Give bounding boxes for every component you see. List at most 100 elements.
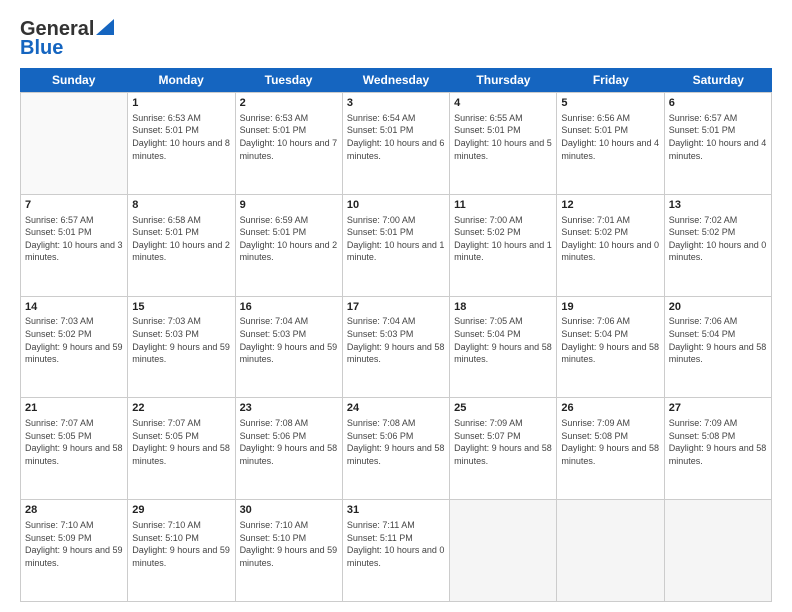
calendar-cell: 16Sunrise: 7:04 AMSunset: 5:03 PMDayligh… <box>236 297 343 398</box>
calendar: SundayMondayTuesdayWednesdayThursdayFrid… <box>20 68 772 602</box>
calendar-row: 7Sunrise: 6:57 AMSunset: 5:01 PMDaylight… <box>21 194 772 296</box>
cell-info: Sunrise: 7:06 AMSunset: 5:04 PMDaylight:… <box>669 315 767 365</box>
calendar-cell <box>557 500 664 601</box>
calendar-row: 28Sunrise: 7:10 AMSunset: 5:09 PMDayligh… <box>21 499 772 601</box>
weekday-header: Thursday <box>450 68 557 92</box>
cell-info: Sunrise: 7:02 AMSunset: 5:02 PMDaylight:… <box>669 214 767 264</box>
day-number: 25 <box>454 401 552 416</box>
day-number: 7 <box>25 198 123 213</box>
day-number: 1 <box>132 96 230 111</box>
cell-info: Sunrise: 7:07 AMSunset: 5:05 PMDaylight:… <box>132 417 230 467</box>
calendar-cell <box>21 93 128 194</box>
cell-info: Sunrise: 7:03 AMSunset: 5:03 PMDaylight:… <box>132 315 230 365</box>
cell-info: Sunrise: 6:58 AMSunset: 5:01 PMDaylight:… <box>132 214 230 264</box>
day-number: 4 <box>454 96 552 111</box>
day-number: 3 <box>347 96 445 111</box>
day-number: 20 <box>669 300 767 315</box>
day-number: 18 <box>454 300 552 315</box>
day-number: 13 <box>669 198 767 213</box>
calendar-cell: 8Sunrise: 6:58 AMSunset: 5:01 PMDaylight… <box>128 195 235 296</box>
cell-info: Sunrise: 7:09 AMSunset: 5:07 PMDaylight:… <box>454 417 552 467</box>
logo: General Blue <box>20 18 114 60</box>
calendar-cell: 17Sunrise: 7:04 AMSunset: 5:03 PMDayligh… <box>343 297 450 398</box>
calendar-cell: 29Sunrise: 7:10 AMSunset: 5:10 PMDayligh… <box>128 500 235 601</box>
day-number: 8 <box>132 198 230 213</box>
calendar-cell: 3Sunrise: 6:54 AMSunset: 5:01 PMDaylight… <box>343 93 450 194</box>
cell-info: Sunrise: 7:08 AMSunset: 5:06 PMDaylight:… <box>347 417 445 467</box>
calendar-row: 1Sunrise: 6:53 AMSunset: 5:01 PMDaylight… <box>21 92 772 194</box>
cell-info: Sunrise: 7:04 AMSunset: 5:03 PMDaylight:… <box>240 315 338 365</box>
cell-info: Sunrise: 6:57 AMSunset: 5:01 PMDaylight:… <box>25 214 123 264</box>
day-number: 19 <box>561 300 659 315</box>
day-number: 21 <box>25 401 123 416</box>
cell-info: Sunrise: 6:53 AMSunset: 5:01 PMDaylight:… <box>132 112 230 162</box>
calendar-cell: 22Sunrise: 7:07 AMSunset: 5:05 PMDayligh… <box>128 398 235 499</box>
cell-info: Sunrise: 7:10 AMSunset: 5:10 PMDaylight:… <box>132 519 230 569</box>
day-number: 10 <box>347 198 445 213</box>
cell-info: Sunrise: 7:09 AMSunset: 5:08 PMDaylight:… <box>561 417 659 467</box>
weekday-header: Monday <box>127 68 234 92</box>
calendar-body: 1Sunrise: 6:53 AMSunset: 5:01 PMDaylight… <box>20 92 772 602</box>
day-number: 16 <box>240 300 338 315</box>
calendar-cell: 23Sunrise: 7:08 AMSunset: 5:06 PMDayligh… <box>236 398 343 499</box>
calendar-cell: 9Sunrise: 6:59 AMSunset: 5:01 PMDaylight… <box>236 195 343 296</box>
day-number: 6 <box>669 96 767 111</box>
calendar-header: SundayMondayTuesdayWednesdayThursdayFrid… <box>20 68 772 92</box>
cell-info: Sunrise: 6:57 AMSunset: 5:01 PMDaylight:… <box>669 112 767 162</box>
calendar-cell: 11Sunrise: 7:00 AMSunset: 5:02 PMDayligh… <box>450 195 557 296</box>
calendar-cell: 19Sunrise: 7:06 AMSunset: 5:04 PMDayligh… <box>557 297 664 398</box>
cell-info: Sunrise: 6:53 AMSunset: 5:01 PMDaylight:… <box>240 112 338 162</box>
cell-info: Sunrise: 6:55 AMSunset: 5:01 PMDaylight:… <box>454 112 552 162</box>
calendar-cell: 10Sunrise: 7:00 AMSunset: 5:01 PMDayligh… <box>343 195 450 296</box>
weekday-header: Friday <box>557 68 664 92</box>
weekday-header: Saturday <box>665 68 772 92</box>
calendar-cell: 7Sunrise: 6:57 AMSunset: 5:01 PMDaylight… <box>21 195 128 296</box>
day-number: 23 <box>240 401 338 416</box>
day-number: 22 <box>132 401 230 416</box>
cell-info: Sunrise: 7:07 AMSunset: 5:05 PMDaylight:… <box>25 417 123 467</box>
logo-blue: Blue <box>20 37 63 60</box>
calendar-cell: 21Sunrise: 7:07 AMSunset: 5:05 PMDayligh… <box>21 398 128 499</box>
calendar-cell <box>665 500 772 601</box>
day-number: 5 <box>561 96 659 111</box>
calendar-cell: 4Sunrise: 6:55 AMSunset: 5:01 PMDaylight… <box>450 93 557 194</box>
calendar-cell: 24Sunrise: 7:08 AMSunset: 5:06 PMDayligh… <box>343 398 450 499</box>
day-number: 31 <box>347 503 445 518</box>
calendar-cell: 20Sunrise: 7:06 AMSunset: 5:04 PMDayligh… <box>665 297 772 398</box>
cell-info: Sunrise: 7:04 AMSunset: 5:03 PMDaylight:… <box>347 315 445 365</box>
weekday-header: Tuesday <box>235 68 342 92</box>
calendar-cell: 28Sunrise: 7:10 AMSunset: 5:09 PMDayligh… <box>21 500 128 601</box>
day-number: 2 <box>240 96 338 111</box>
cell-info: Sunrise: 7:03 AMSunset: 5:02 PMDaylight:… <box>25 315 123 365</box>
calendar-cell <box>450 500 557 601</box>
cell-info: Sunrise: 6:59 AMSunset: 5:01 PMDaylight:… <box>240 214 338 264</box>
calendar-cell: 30Sunrise: 7:10 AMSunset: 5:10 PMDayligh… <box>236 500 343 601</box>
page: General Blue SundayMondayTuesdayWednesda… <box>0 0 792 612</box>
calendar-cell: 31Sunrise: 7:11 AMSunset: 5:11 PMDayligh… <box>343 500 450 601</box>
cell-info: Sunrise: 7:10 AMSunset: 5:09 PMDaylight:… <box>25 519 123 569</box>
day-number: 15 <box>132 300 230 315</box>
day-number: 26 <box>561 401 659 416</box>
cell-info: Sunrise: 7:00 AMSunset: 5:02 PMDaylight:… <box>454 214 552 264</box>
cell-info: Sunrise: 7:05 AMSunset: 5:04 PMDaylight:… <box>454 315 552 365</box>
day-number: 29 <box>132 503 230 518</box>
day-number: 9 <box>240 198 338 213</box>
calendar-cell: 15Sunrise: 7:03 AMSunset: 5:03 PMDayligh… <box>128 297 235 398</box>
calendar-cell: 12Sunrise: 7:01 AMSunset: 5:02 PMDayligh… <box>557 195 664 296</box>
cell-info: Sunrise: 7:10 AMSunset: 5:10 PMDaylight:… <box>240 519 338 569</box>
weekday-header: Wednesday <box>342 68 449 92</box>
cell-info: Sunrise: 6:54 AMSunset: 5:01 PMDaylight:… <box>347 112 445 162</box>
cell-info: Sunrise: 6:56 AMSunset: 5:01 PMDaylight:… <box>561 112 659 162</box>
logo-icon <box>96 19 114 35</box>
day-number: 14 <box>25 300 123 315</box>
calendar-cell: 1Sunrise: 6:53 AMSunset: 5:01 PMDaylight… <box>128 93 235 194</box>
cell-info: Sunrise: 7:09 AMSunset: 5:08 PMDaylight:… <box>669 417 767 467</box>
cell-info: Sunrise: 7:00 AMSunset: 5:01 PMDaylight:… <box>347 214 445 264</box>
day-number: 28 <box>25 503 123 518</box>
calendar-row: 14Sunrise: 7:03 AMSunset: 5:02 PMDayligh… <box>21 296 772 398</box>
calendar-cell: 25Sunrise: 7:09 AMSunset: 5:07 PMDayligh… <box>450 398 557 499</box>
header: General Blue <box>20 18 772 60</box>
day-number: 30 <box>240 503 338 518</box>
calendar-cell: 18Sunrise: 7:05 AMSunset: 5:04 PMDayligh… <box>450 297 557 398</box>
calendar-cell: 6Sunrise: 6:57 AMSunset: 5:01 PMDaylight… <box>665 93 772 194</box>
